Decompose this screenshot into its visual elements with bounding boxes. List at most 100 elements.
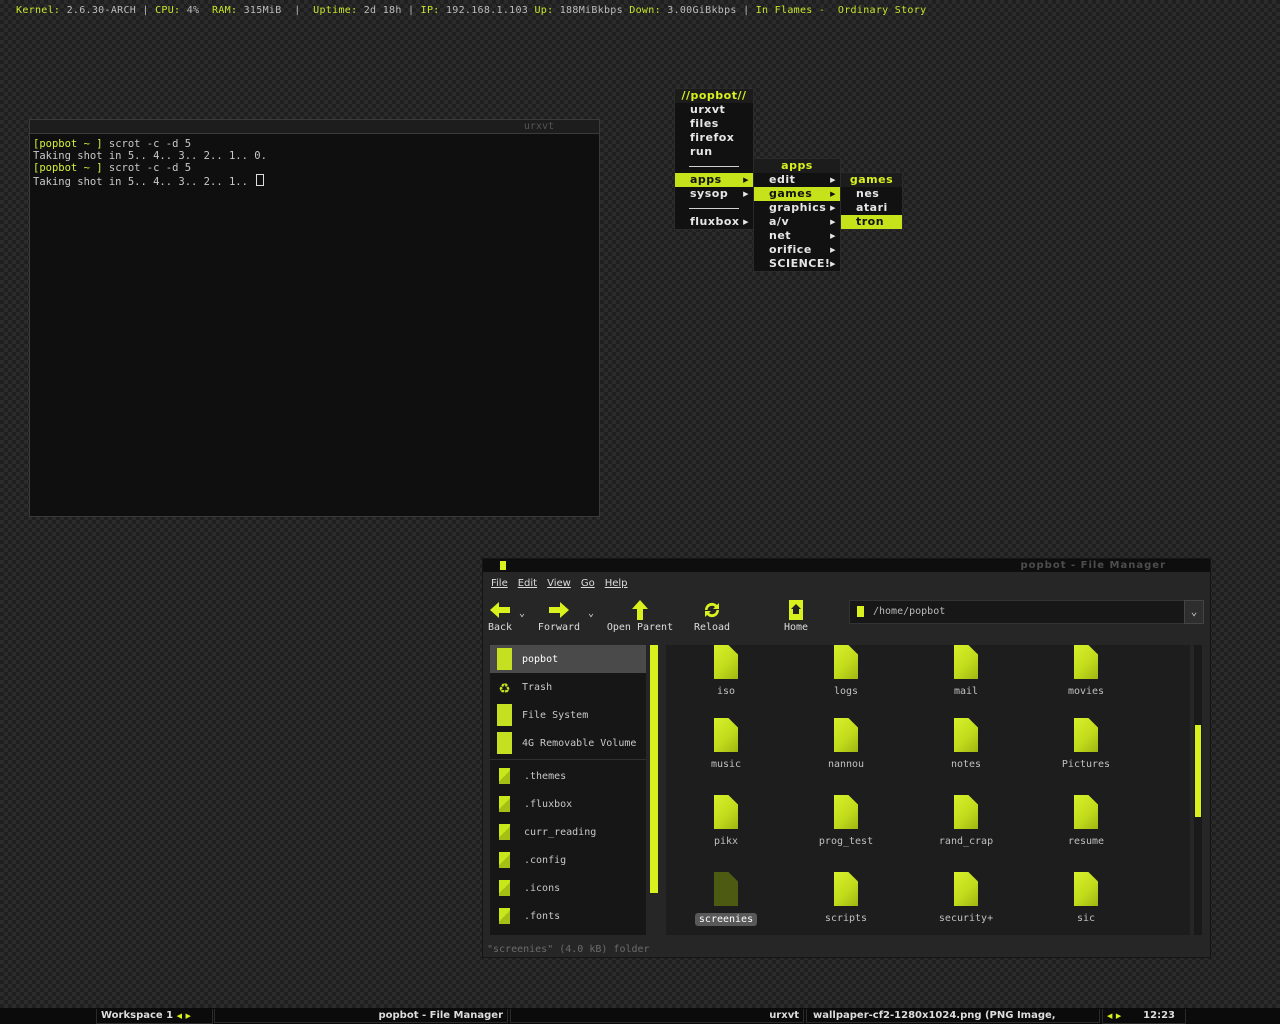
- task-wallpaper-image[interactable]: wallpaper-cf2-1280x1024.png (PNG Image,: [806, 1009, 1100, 1023]
- folder-item-movies[interactable]: movies: [1026, 645, 1146, 697]
- sidebar-scrollbar[interactable]: [650, 645, 658, 893]
- file-manager-titlebar[interactable]: popbot - File Manager: [483, 559, 1210, 572]
- clock: 12:23: [1143, 1010, 1175, 1021]
- terminal-window[interactable]: urxvt [popbot ~ ] scrot -c -d 5 Taking s…: [29, 119, 600, 517]
- forward-button[interactable]: Forward: [535, 600, 583, 633]
- folder-item-screenies[interactable]: screenies: [666, 872, 786, 926]
- folder-item-notes[interactable]: notes: [906, 718, 1026, 770]
- open-parent-button[interactable]: Open Parent: [605, 600, 675, 633]
- folder-item-prog-test[interactable]: prog_test: [786, 795, 906, 847]
- task-urxvt[interactable]: urxvt: [510, 1009, 804, 1023]
- task-file-manager[interactable]: popbot - File Manager: [214, 1009, 508, 1023]
- back-history-dropdown[interactable]: ⌄: [519, 608, 525, 619]
- folder-item-nannou[interactable]: nannou: [786, 718, 906, 770]
- home-icon: [779, 600, 813, 620]
- terminal-title: urxvt: [523, 121, 554, 132]
- sidebar-bookmark-fluxbox[interactable]: .fluxbox: [490, 790, 646, 818]
- prev-workspace-icon[interactable]: ◀: [177, 1012, 182, 1020]
- menu-item-apps-label: apps: [690, 173, 722, 186]
- sidebar-bookmark-config[interactable]: .config: [490, 846, 646, 874]
- menu-item-net[interactable]: net ▶: [754, 229, 840, 243]
- uptime-value: 2d 18h: [363, 5, 402, 16]
- next-icon[interactable]: ▶: [1116, 1012, 1121, 1020]
- menu-item-graphics[interactable]: graphics ▶: [754, 201, 840, 215]
- sidebar-bookmark-themes[interactable]: .themes: [490, 762, 646, 790]
- terminal-body[interactable]: [popbot ~ ] scrot -c -d 5 Taking shot in…: [30, 134, 599, 192]
- folder-item-pictures[interactable]: Pictures: [1026, 718, 1146, 770]
- folder-icon: [1074, 718, 1098, 752]
- folder-item-scripts[interactable]: scripts: [786, 872, 906, 924]
- folder-item-sic[interactable]: sic: [1026, 872, 1146, 924]
- folder-item-music[interactable]: music: [666, 718, 786, 770]
- menu-item-fluxbox[interactable]: fluxbox ▶: [675, 215, 753, 229]
- menu-file[interactable]: File: [491, 578, 508, 589]
- sidebar-item-trash[interactable]: ♻ Trash: [490, 673, 646, 701]
- folder-label: prog_test: [818, 836, 874, 847]
- prev-icon[interactable]: ◀: [1107, 1012, 1112, 1020]
- menu-item-atari[interactable]: atari: [841, 201, 902, 215]
- folder-label: Pictures: [1061, 759, 1111, 770]
- folder-item-resume[interactable]: resume: [1026, 795, 1146, 847]
- reload-button[interactable]: Reload: [691, 600, 733, 633]
- menu-item-run[interactable]: run: [675, 145, 753, 159]
- menu-item-orifice-label: orifice: [769, 243, 812, 256]
- scrollbar-thumb[interactable]: [1195, 725, 1201, 817]
- sidebar-item-label: File System: [522, 709, 589, 721]
- workspace-switcher[interactable]: Workspace 1 ◀ ▶: [96, 1009, 213, 1024]
- sidebar-bookmark-fonts[interactable]: .fonts: [490, 902, 646, 930]
- location-bar[interactable]: /home/popbot: [849, 600, 1185, 624]
- menu-item-nes[interactable]: nes: [841, 187, 902, 201]
- menu-view[interactable]: View: [547, 578, 571, 589]
- sidebar-item-filesystem[interactable]: File System: [490, 701, 646, 729]
- folder-label: rand_crap: [938, 836, 994, 847]
- menu-item-sysop[interactable]: sysop ▶: [675, 187, 753, 201]
- folder-icon: [954, 718, 978, 752]
- menu-item-urxvt[interactable]: urxvt: [675, 103, 753, 117]
- sidebar-item-label: .fonts: [524, 910, 561, 922]
- home-button[interactable]: Home: [779, 600, 813, 633]
- menu-item-files[interactable]: files: [675, 117, 753, 131]
- chevron-down-icon: ⌄: [1190, 605, 1198, 618]
- menu-item-edit[interactable]: edit ▶: [754, 173, 840, 187]
- menu-go[interactable]: Go: [581, 578, 595, 589]
- folder-item-iso[interactable]: iso: [666, 645, 786, 697]
- sidebar-bookmark-icons[interactable]: .icons: [490, 874, 646, 902]
- next-workspace-icon[interactable]: ▶: [186, 1012, 191, 1020]
- sidebar-item-label: .fluxbox: [524, 798, 573, 810]
- menu-item-av[interactable]: a/v ▶: [754, 215, 840, 229]
- folder-icon: [1074, 795, 1098, 829]
- terminal-text: Taking shot in 5.. 4.. 3.. 2.. 1.. 0.: [33, 150, 267, 162]
- location-path: /home/popbot: [873, 606, 946, 617]
- games-submenu: games nes atari tron: [840, 172, 903, 230]
- file-manager-window[interactable]: popbot - File Manager File Edit View Go …: [482, 558, 1211, 958]
- menu-item-tron[interactable]: tron: [841, 215, 902, 229]
- menu-help[interactable]: Help: [605, 578, 628, 589]
- now-playing-track: Ordinary Story: [837, 5, 927, 16]
- sidebar-item-popbot[interactable]: popbot: [490, 645, 646, 673]
- folder-icon: [714, 645, 738, 679]
- menu-item-orifice[interactable]: orifice ▶: [754, 243, 840, 257]
- menu-item-games[interactable]: games ▶: [754, 187, 840, 201]
- folder-item-rand-crap[interactable]: rand_crap: [906, 795, 1026, 847]
- folder-view: iso logs mail movies music nannou notes …: [666, 645, 1190, 935]
- submenu-arrow-icon: ▶: [830, 190, 836, 198]
- file-manager-title: popbot - File Manager: [1020, 560, 1166, 571]
- forward-history-dropdown[interactable]: ⌄: [588, 608, 594, 619]
- task-label: popbot - File Manager: [378, 1010, 504, 1021]
- location-dropdown[interactable]: ⌄: [1184, 600, 1204, 624]
- menu-item-firefox[interactable]: firefox: [675, 131, 753, 145]
- folder-item-security[interactable]: security+: [906, 872, 1026, 924]
- folder-view-scrollbar[interactable]: [1194, 645, 1202, 935]
- menu-item-science[interactable]: SCIENCE! ▶: [754, 257, 840, 271]
- terminal-titlebar[interactable]: urxvt: [30, 120, 599, 134]
- sidebar-bookmark-curr-reading[interactable]: curr_reading: [490, 818, 646, 846]
- back-button[interactable]: Back: [487, 600, 513, 633]
- sidebar-item-label: 4G Removable Volume: [522, 737, 637, 749]
- folder-item-pikx[interactable]: pikx: [666, 795, 786, 847]
- folder-item-mail[interactable]: mail: [906, 645, 1026, 697]
- menu-item-graphics-label: graphics: [769, 201, 827, 214]
- folder-item-logs[interactable]: logs: [786, 645, 906, 697]
- menu-edit[interactable]: Edit: [518, 578, 537, 589]
- menu-item-apps[interactable]: apps ▶: [675, 173, 753, 187]
- sidebar-item-removable-volume[interactable]: 4G Removable Volume: [490, 729, 646, 757]
